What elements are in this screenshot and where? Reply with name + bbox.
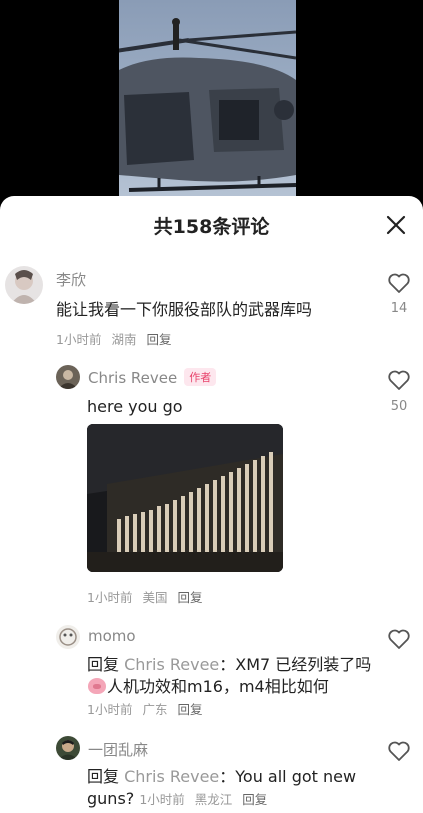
comment-username[interactable]: 一团乱麻 bbox=[88, 739, 148, 760]
comment-text-part: 人机功效和m16，m4相比如何 bbox=[107, 677, 329, 696]
comment-username[interactable]: momo bbox=[88, 627, 136, 645]
reply-prefix: 回复 bbox=[87, 767, 120, 786]
armory-photo[interactable] bbox=[87, 424, 283, 572]
comment-text: 回复 Chris Revee：You all got new guns? 1小时… bbox=[87, 766, 377, 811]
like-count: 50 bbox=[390, 399, 408, 414]
comment-time: 1小时前 bbox=[87, 590, 133, 605]
close-icon[interactable] bbox=[385, 214, 407, 236]
comment-meta: 1小时前 美国 回复 bbox=[87, 587, 208, 606]
reply-button[interactable]: 回复 bbox=[146, 332, 171, 347]
comment-text: here you go bbox=[87, 397, 183, 416]
comment-time: 1小时前 bbox=[139, 792, 185, 807]
comment-location: 黑龙江 bbox=[194, 792, 233, 807]
pig-emoji-icon bbox=[88, 678, 106, 694]
comments-sheet: 共158条评论 李欣 能让我看一下你服役部队的武器库吗 1小时前 湖南 回复 1… bbox=[0, 196, 423, 813]
reply-prefix: 回复 bbox=[87, 655, 120, 674]
reply-button[interactable]: 回复 bbox=[177, 702, 202, 717]
comment-meta: 1小时前 湖南 回复 bbox=[56, 329, 177, 348]
author-username[interactable]: Chris Revee 作者 bbox=[88, 368, 217, 387]
comment-username[interactable]: Chris Revee bbox=[88, 369, 177, 387]
comment-username[interactable]: 李欣 bbox=[56, 269, 86, 290]
heart-icon[interactable] bbox=[387, 369, 411, 391]
comments-count-title: 共158条评论 bbox=[153, 216, 270, 238]
reply-button[interactable]: 回复 bbox=[177, 590, 202, 605]
comment-meta: 1小时前 广东 回复 bbox=[87, 702, 208, 717]
video-player[interactable] bbox=[0, 0, 423, 200]
author-badge: 作者 bbox=[184, 368, 217, 386]
comment-location: 广东 bbox=[142, 702, 168, 717]
avatar[interactable] bbox=[56, 736, 80, 760]
avatar[interactable] bbox=[56, 365, 80, 389]
like-count: 14 bbox=[390, 301, 408, 316]
comment-meta: 1小时前 黑龙江 回复 bbox=[139, 792, 273, 807]
heart-icon[interactable] bbox=[387, 628, 411, 650]
comment-time: 1小时前 bbox=[56, 332, 102, 347]
helicopter-video-frame bbox=[119, 0, 296, 200]
avatar[interactable] bbox=[5, 266, 43, 304]
comment-time: 1小时前 bbox=[87, 702, 133, 717]
reply-button[interactable]: 回复 bbox=[242, 792, 267, 807]
reply-to-user[interactable]: Chris Revee bbox=[124, 767, 219, 786]
reply-to-user[interactable]: Chris Revee bbox=[124, 655, 219, 674]
comment-text: 回复 Chris Revee：XM7 已经列装了吗人机功效和m16，m4相比如何… bbox=[87, 654, 377, 721]
comment-location: 美国 bbox=[142, 590, 168, 605]
comment-text: 能让我看一下你服役部队的武器库吗 bbox=[56, 300, 313, 319]
heart-icon[interactable] bbox=[387, 740, 411, 762]
avatar[interactable] bbox=[56, 625, 80, 649]
comment-text-part: ：XM7 已经列装了吗 bbox=[219, 655, 372, 674]
comment-location: 湖南 bbox=[111, 332, 137, 347]
heart-icon[interactable] bbox=[387, 272, 411, 294]
